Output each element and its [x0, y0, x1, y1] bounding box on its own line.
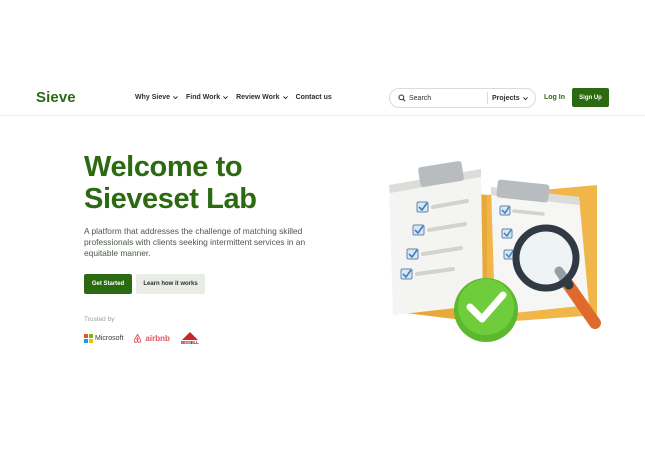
menu-find-work-label: Find Work [186, 94, 221, 101]
menu-contact-us-label: Contact us [295, 94, 332, 101]
microsoft-logo-text: Microsoft [95, 334, 124, 342]
chevron-down-icon [223, 96, 229, 100]
airbnb-logo: airbnb [132, 332, 170, 344]
learn-how-it-works-button[interactable]: Learn how it works [136, 274, 205, 294]
login-link[interactable]: Log In [544, 94, 565, 101]
main-menu: Why Sieve Find Work Review Work Contact … [135, 94, 332, 101]
airbnb-icon [134, 332, 142, 343]
menu-find-work[interactable]: Find Work [186, 94, 229, 101]
checkbox-icon [412, 224, 425, 236]
check-badge-icon [454, 278, 518, 342]
checkbox-icon [406, 248, 419, 260]
microsoft-grid-icon [84, 333, 93, 343]
hero-description: A platform that addresses the challenge … [84, 226, 306, 258]
microsoft-logo: Microsoft [84, 333, 124, 343]
chevron-down-icon [522, 96, 528, 100]
chevron-down-icon [173, 96, 178, 100]
search-bar: Search Projects [389, 88, 536, 108]
menu-review-work-label: Review Work [236, 94, 280, 101]
search-input[interactable]: Search [409, 95, 487, 102]
trusted-by-label: Trusted by [84, 316, 115, 323]
airbnb-logo-text: airbnb [145, 333, 170, 343]
checklist-illustration [389, 161, 601, 342]
search-divider [487, 92, 488, 104]
menu-why-sieve-label: Why Sieve [135, 94, 171, 101]
chevron-down-icon [282, 96, 288, 100]
search-icon [398, 94, 406, 102]
menu-why-sieve[interactable]: Why Sieve [135, 94, 179, 101]
site-logo[interactable]: Sieve [36, 89, 76, 106]
menu-contact-us[interactable]: Contact us [296, 94, 332, 101]
trusted-logos: Microsoft airbnb BISSELL [84, 330, 201, 346]
top-navigation: Sieve Why Sieve Find Work Review Work Co… [0, 84, 645, 116]
search-scope-dropdown[interactable]: Projects [492, 95, 529, 102]
checkbox-icon [499, 205, 511, 216]
get-started-button[interactable]: Get Started [84, 274, 132, 294]
search-scope-label: Projects [492, 94, 520, 102]
hero-title: Welcome to Sieveset Lab [84, 151, 257, 215]
checkbox-icon [400, 268, 413, 280]
signup-button[interactable]: Sign Up [572, 88, 609, 107]
bissell-logo-text: BISSELL [181, 339, 199, 345]
menu-review-work[interactable]: Review Work [236, 94, 288, 101]
checkbox-icon [503, 249, 515, 260]
checkbox-icon [501, 228, 513, 239]
bissell-logo: BISSELL [179, 331, 201, 345]
checkbox-icon [416, 201, 429, 213]
